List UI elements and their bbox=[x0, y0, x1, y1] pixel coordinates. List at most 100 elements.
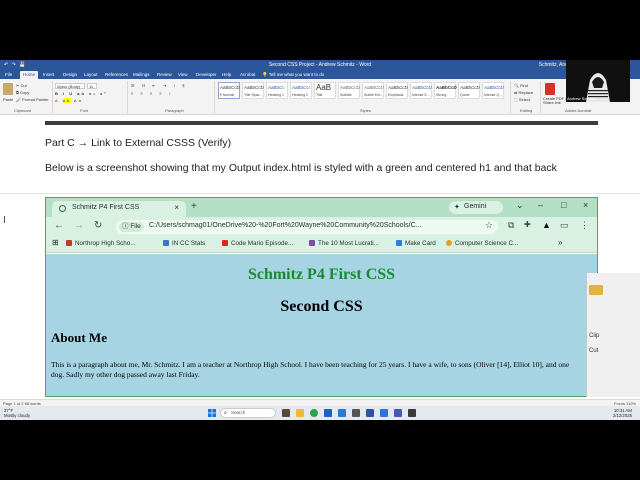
select-button[interactable]: ⬚ Select bbox=[514, 97, 530, 102]
font-color-icon[interactable]: A bbox=[55, 98, 59, 103]
tab-review[interactable]: Review bbox=[154, 71, 175, 79]
apps-grid-icon[interactable]: ⊞ bbox=[52, 238, 59, 247]
find-button[interactable]: 🔍 Find bbox=[514, 83, 528, 88]
replace-label: Replace bbox=[518, 90, 534, 95]
browser-tab[interactable]: Schmitz P4 First CSS × bbox=[52, 201, 186, 217]
font-name-select[interactable]: Aptos (Body) bbox=[55, 83, 85, 89]
style-sample: AaBbCcD bbox=[412, 85, 432, 90]
font-size-select[interactable]: 11 bbox=[87, 83, 97, 89]
style-normal[interactable]: AaBbCcD ¶ Normal bbox=[218, 82, 240, 99]
tab-layout[interactable]: Layout bbox=[81, 71, 101, 79]
browser-toolbar: ← → ↻ ⓘ File C:/Users/schmag01/OneDrive%… bbox=[46, 217, 597, 236]
chrome-icon[interactable] bbox=[310, 409, 318, 417]
copy-button[interactable]: ⧉ Copy bbox=[16, 90, 29, 95]
extensions-icon[interactable]: ⧉ bbox=[508, 220, 514, 231]
tab-search-icon[interactable]: ⌄ bbox=[516, 200, 524, 211]
tab-references[interactable]: References bbox=[102, 71, 131, 79]
close-tab-icon[interactable]: × bbox=[174, 203, 179, 212]
bookmark-item[interactable]: IN CC Stats bbox=[163, 240, 205, 247]
tell-me-search[interactable]: 💡 Tell me what you want to do bbox=[262, 72, 324, 78]
windows-start-icon[interactable] bbox=[208, 409, 216, 417]
word-icon[interactable] bbox=[366, 409, 374, 417]
minimize-icon[interactable]: – bbox=[538, 200, 543, 210]
doc-body-line[interactable]: Below is a screenshot showing that my Ou… bbox=[45, 162, 557, 174]
font-format-buttons[interactable]: B I U ab x₂ x² bbox=[55, 91, 108, 96]
task-view-icon[interactable] bbox=[282, 409, 290, 417]
page-separator bbox=[0, 193, 640, 194]
style-intense-quote[interactable]: AaBbCcD Intense Q... bbox=[482, 82, 504, 99]
style-name: Subtitle bbox=[340, 93, 352, 97]
tab-acrobat[interactable]: Acrobat bbox=[237, 71, 259, 79]
style-strong[interactable]: AaBbCcD Strong bbox=[434, 82, 457, 99]
alignment-buttons[interactable]: ≡ ≡ ≡ ≡ ↕ bbox=[131, 91, 174, 96]
bookmark-item[interactable]: Northrop High Scho... bbox=[66, 240, 136, 247]
bookmark-item[interactable]: Make Card bbox=[396, 240, 436, 247]
forward-icon[interactable]: → bbox=[74, 220, 84, 231]
highlight-icon[interactable]: ab bbox=[62, 98, 72, 103]
cut-button[interactable]: ✂ Cut bbox=[16, 83, 27, 88]
file-explorer-icon[interactable] bbox=[296, 409, 304, 417]
vscode-icon[interactable] bbox=[338, 409, 346, 417]
style-name: Heading 2 bbox=[292, 93, 308, 97]
app-icon[interactable] bbox=[408, 409, 416, 417]
font-color-buttons[interactable]: A ab Aa bbox=[55, 98, 83, 103]
bookmark-item[interactable]: The 10 Most Lucrati... bbox=[309, 240, 379, 247]
puzzle-icon[interactable]: ✚ bbox=[524, 220, 531, 229]
doc-heading[interactable]: Part C → Link to External CSSS (Verify) bbox=[45, 137, 231, 149]
terminal-icon[interactable] bbox=[352, 409, 360, 417]
style-subtitle[interactable]: AaBbCcD Subtitle bbox=[338, 82, 360, 99]
tab-developer[interactable]: Developer bbox=[193, 71, 220, 79]
list-buttons[interactable]: ☰ ☷ ⇤ ⇥ ↕ ¶ bbox=[131, 83, 188, 88]
tab-insert[interactable]: Insert bbox=[40, 71, 57, 79]
address-bar[interactable]: ⓘ File C:/Users/schmag01/OneDrive%20-%20… bbox=[116, 220, 498, 234]
app-icon[interactable] bbox=[380, 409, 388, 417]
url-text[interactable]: C:/Users/schmag01/OneDrive%20-%20Fort%20… bbox=[149, 222, 421, 229]
style-title-space[interactable]: AaBbCcD Title Spac... bbox=[242, 82, 264, 99]
paste-icon[interactable] bbox=[3, 83, 13, 95]
tab-home[interactable]: Home bbox=[20, 71, 39, 79]
outlook-icon[interactable] bbox=[324, 409, 332, 417]
more-bookmarks-icon[interactable]: » bbox=[558, 238, 562, 247]
browser-screenshot[interactable]: Schmitz P4 First CSS × + ✦ Gemini ⌄ – □ … bbox=[45, 197, 598, 397]
replace-button[interactable]: ⇄ Replace bbox=[514, 90, 533, 95]
tab-view[interactable]: View bbox=[175, 71, 191, 79]
youtube-icon bbox=[222, 240, 228, 246]
close-window-icon[interactable]: × bbox=[583, 200, 588, 210]
windows-taskbar: 37°F Mostly cloudy ⌕ Search 10:31 AM 2/1… bbox=[0, 406, 640, 420]
tab-design[interactable]: Design bbox=[60, 71, 80, 79]
bookmark-label: Code Mario Episode... bbox=[231, 240, 294, 247]
new-tab-button[interactable]: + bbox=[191, 201, 197, 212]
style-quote[interactable]: AaBbCcD Quote bbox=[458, 82, 480, 99]
format-painter-button[interactable]: 🖌 Format Painter bbox=[16, 97, 49, 102]
tab-mailings[interactable]: Mailings bbox=[130, 71, 153, 79]
bookmark-star-icon[interactable]: ☆ bbox=[485, 220, 493, 231]
style-title[interactable]: AaB Title bbox=[314, 82, 336, 99]
gemini-label: Gemini bbox=[464, 203, 487, 210]
tab-help[interactable]: Help bbox=[219, 71, 234, 79]
bookmark-item[interactable]: Computer Science C... bbox=[446, 240, 518, 247]
style-heading-2[interactable]: AaBbCcI Heading 2 bbox=[290, 82, 312, 99]
paste-button[interactable]: Paste bbox=[3, 97, 13, 102]
style-sample: AaBbCcD bbox=[364, 85, 384, 90]
taskbar-search[interactable]: ⌕ Search bbox=[220, 408, 276, 418]
reload-icon[interactable]: ↻ bbox=[94, 220, 102, 231]
maximize-icon[interactable]: □ bbox=[561, 200, 566, 210]
back-icon[interactable]: ← bbox=[54, 220, 64, 231]
weather-widget[interactable]: 37°F Mostly cloudy bbox=[4, 408, 30, 418]
browser-tab-bar: Schmitz P4 First CSS × + ✦ Gemini ⌄ – □ … bbox=[46, 198, 597, 217]
style-subtle-emphasis[interactable]: AaBbCcD Subtle Em... bbox=[362, 82, 384, 99]
file-scheme-chip[interactable]: ⓘ File bbox=[119, 222, 144, 232]
side-panel-icon[interactable]: ▭ bbox=[560, 220, 569, 231]
menu-icon[interactable]: ⋮ bbox=[580, 220, 589, 231]
teams-icon[interactable] bbox=[394, 409, 402, 417]
system-clock[interactable]: 10:31 AM 2/12/2025 bbox=[613, 408, 632, 418]
profile-avatar-icon[interactable]: ▲ bbox=[542, 220, 551, 230]
style-emphasis[interactable]: AaBbCcD Emphasis bbox=[386, 82, 408, 99]
create-pdf-icon[interactable] bbox=[545, 83, 555, 95]
gemini-button[interactable]: ✦ Gemini bbox=[449, 201, 503, 214]
style-heading-1[interactable]: AaBbCc Heading 1 bbox=[266, 82, 288, 99]
tab-file[interactable]: File bbox=[2, 71, 15, 79]
style-intense-emphasis[interactable]: AaBbCcD Intense E... bbox=[410, 82, 432, 99]
cut-label: Cut bbox=[20, 83, 27, 88]
bookmark-item[interactable]: Code Mario Episode... bbox=[222, 240, 293, 247]
